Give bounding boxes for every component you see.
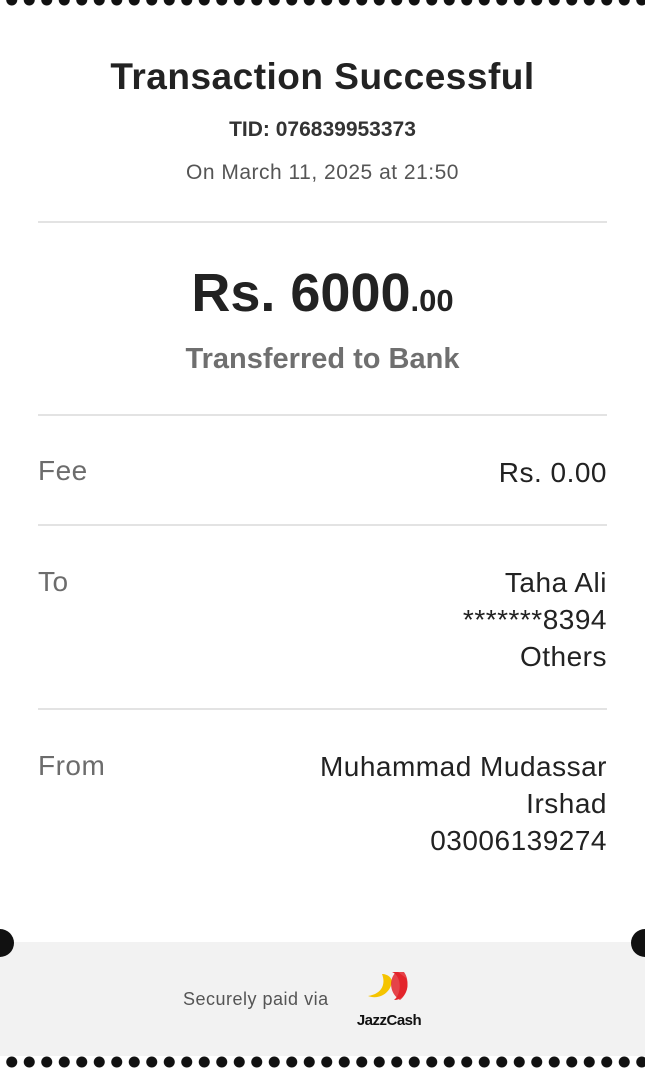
transfer-type: Transferred to Bank bbox=[185, 343, 460, 375]
to-label: To bbox=[38, 566, 69, 597]
amount-main: Rs. 6000 bbox=[191, 263, 411, 323]
page-title: Transaction Successful bbox=[110, 56, 535, 97]
sender-number: 03006139274 bbox=[430, 825, 607, 856]
fee-label: Fee bbox=[38, 455, 88, 486]
perforated-edge-top bbox=[0, 0, 645, 6]
transaction-date: On March 11, 2025 at 21:50 bbox=[186, 161, 459, 184]
amount-decimal: .00 bbox=[410, 283, 454, 318]
brand-name: JazzCash bbox=[356, 1012, 422, 1029]
divider bbox=[38, 708, 607, 710]
recipient-bank: Others bbox=[519, 641, 607, 672]
perforated-edge-bottom bbox=[0, 1056, 645, 1068]
jazzcash-logo-icon: JazzCash bbox=[352, 970, 426, 1030]
divider bbox=[38, 221, 607, 223]
transaction-id: TID: 076839953373 bbox=[229, 118, 416, 141]
from-label: From bbox=[38, 750, 106, 781]
secure-text: Securely paid via bbox=[183, 989, 329, 1009]
from-details: Muhammad Mudassar Irshad 03006139274 bbox=[320, 748, 607, 859]
divider bbox=[38, 414, 607, 416]
fee-value: Rs. 0.00 bbox=[499, 454, 607, 491]
recipient-account: *******8394 bbox=[462, 604, 607, 635]
sender-name-line2: Irshad bbox=[526, 788, 607, 819]
to-details: Taha Ali *******8394 Others bbox=[463, 564, 607, 675]
fee-amount: Rs. 0.00 bbox=[498, 457, 607, 488]
sender-name-line1: Muhammad Mudassar bbox=[319, 751, 607, 782]
divider bbox=[38, 524, 607, 526]
amount: Rs. 6000.00 bbox=[0, 262, 645, 324]
recipient-name: Taha Ali bbox=[504, 567, 607, 598]
